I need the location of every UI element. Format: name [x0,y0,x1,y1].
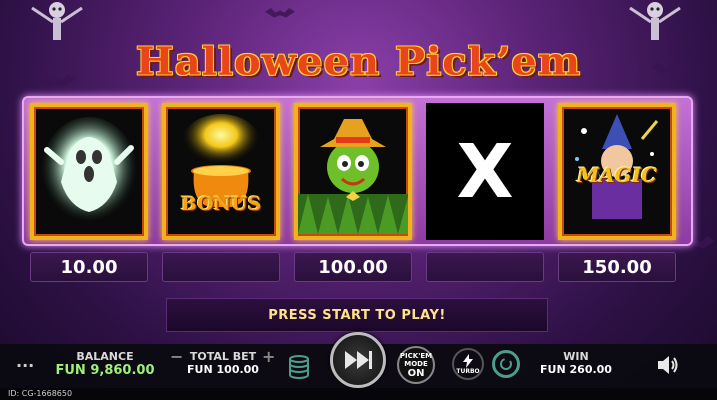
balance-value: FUN 9,860.00 [55,363,155,378]
control-bar: ... BALANCE FUN 9,860.00 − TOTAL BET FUN… [0,332,717,388]
win-display: WIN FUN 260.00 [536,350,616,376]
card-magic[interactable]: MAGIC [558,103,676,240]
status-message: PRESS START TO PLAY! [166,298,548,332]
total-bet-value: FUN 100.00 [187,363,259,376]
autoplay-button[interactable] [492,350,520,378]
bet-plus-button[interactable]: + [262,347,275,366]
card-win-value: 100.00 [294,252,412,282]
scarecrow-icon [298,119,408,234]
sound-button[interactable] [656,354,680,380]
card-win-value: 10.00 [30,252,148,282]
turbo-label: TURBO [456,367,480,375]
card-win-values: 10.00 100.00 150.00 [30,252,690,282]
bonus-label: BONUS [180,193,262,215]
turbo-button[interactable]: TURBO [452,348,484,380]
pickem-mode-label: PICK'EM [399,351,433,360]
speaker-icon [658,356,678,374]
coin-stack-button[interactable] [288,354,310,384]
card-win-value [162,252,280,282]
win-value: FUN 260.00 [540,363,612,376]
total-bet-display: TOTAL BET FUN 100.00 [183,350,263,376]
balance-display: BALANCE FUN 9,860.00 [50,350,160,378]
game-title: Halloween Pick’em [135,39,582,84]
pickem-mode-label-2: MODE [404,359,428,368]
card-ghost[interactable] [30,103,148,240]
game-id: ID: CG-1668650 [0,388,717,400]
bonus-pot-icon [181,114,261,207]
card-scarecrow[interactable] [294,103,412,240]
card-win-value [426,252,544,282]
lightning-icon [463,353,473,368]
autoplay-icon [500,358,512,370]
win-label: WIN [563,350,589,363]
balance-label: BALANCE [76,350,134,363]
bet-minus-button[interactable]: − [170,347,183,366]
pick-cards: BONUS X MAGIC [30,103,690,240]
card-bonus[interactable]: BONUS [162,103,280,240]
fast-forward-icon [345,351,372,369]
coin-stack-icon [289,355,309,379]
magic-label: MAGIC [576,163,657,187]
card-win-value: 150.00 [558,252,676,282]
start-button[interactable] [330,332,386,388]
pickem-mode-toggle[interactable]: PICK'EM MODE ON [397,346,435,384]
pickem-mode-state: ON [407,367,425,379]
card-x[interactable]: X [426,103,544,240]
total-bet-label: TOTAL BET [189,350,257,363]
menu-button[interactable]: ... [16,352,34,371]
bat-icon [265,8,295,18]
ghost-icon [41,116,137,227]
x-icon: X [456,128,514,215]
